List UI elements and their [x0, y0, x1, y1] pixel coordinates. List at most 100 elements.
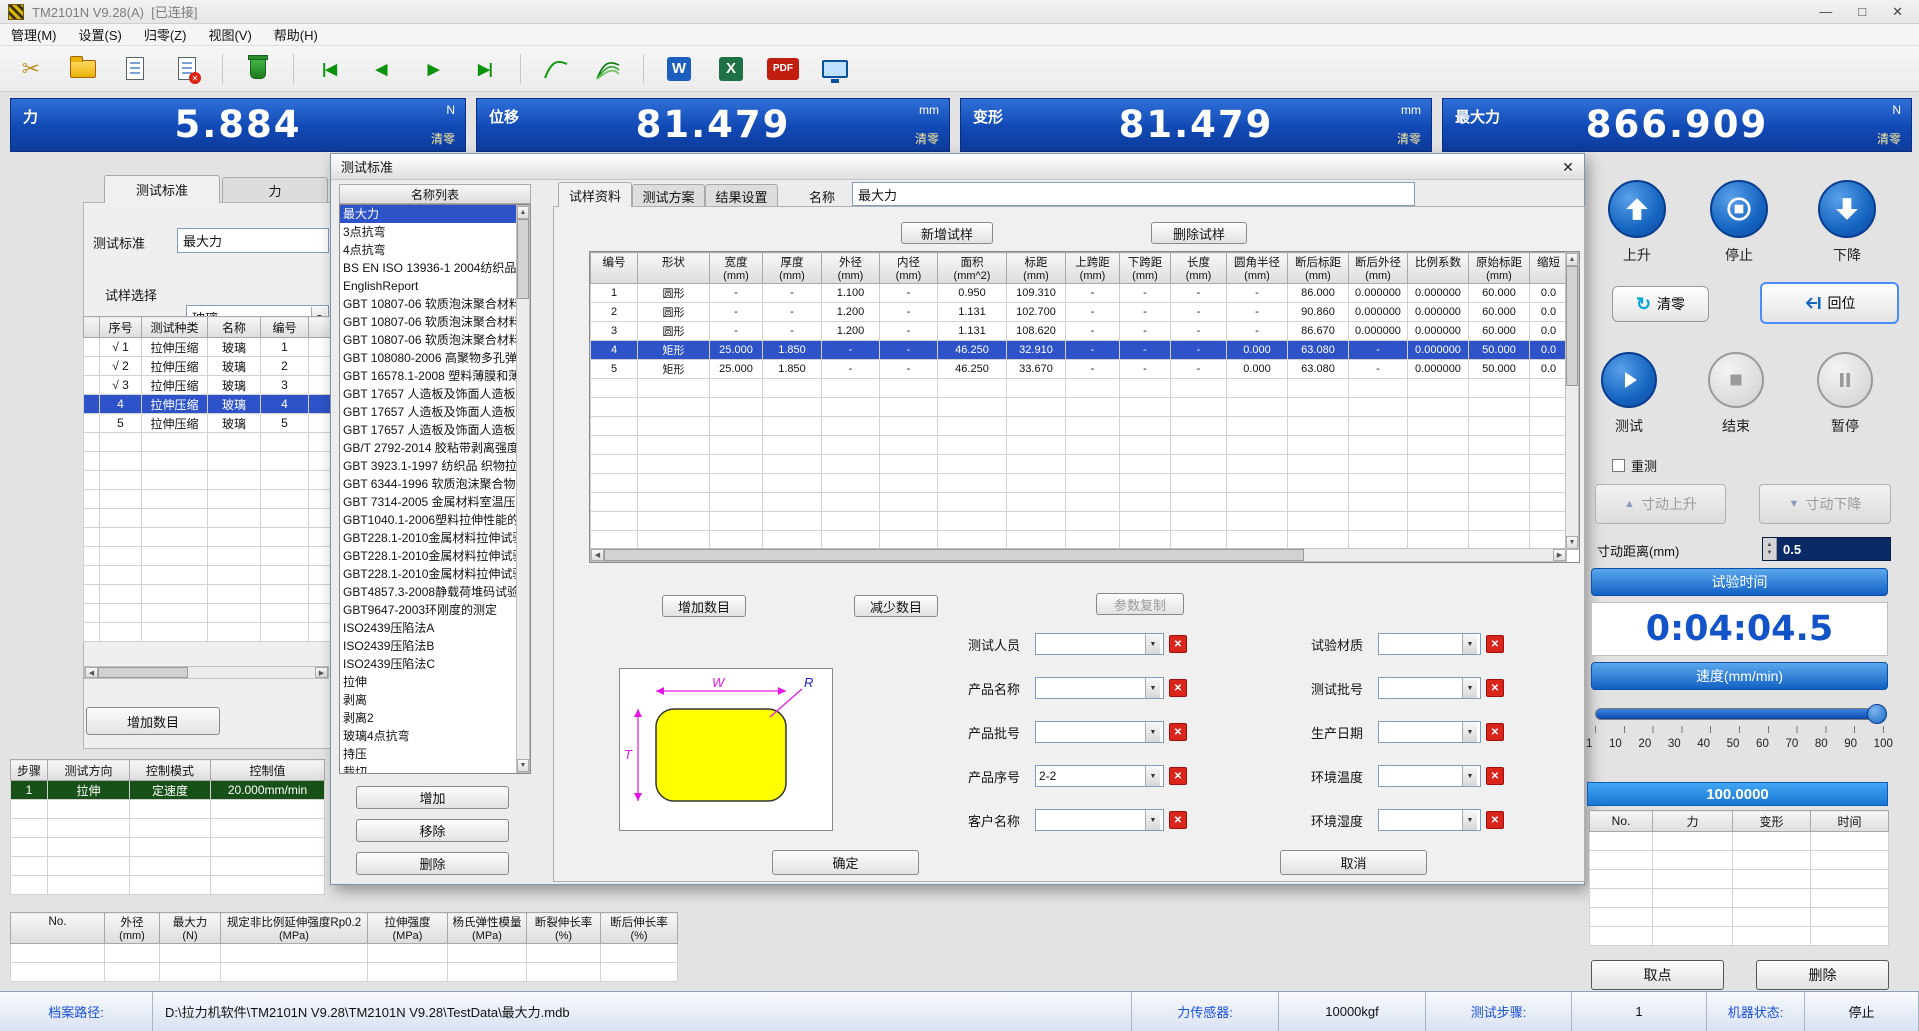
- list-remove-button[interactable]: 移除: [356, 819, 509, 842]
- field-input[interactable]: ▼: [1035, 677, 1164, 699]
- standard-item[interactable]: GBT 10807-06 软质泡沫聚合材料: [340, 313, 517, 331]
- field-input[interactable]: ▼: [1035, 809, 1164, 831]
- combo-arrow-icon[interactable]: ▼: [1462, 634, 1477, 654]
- scroll-down-icon[interactable]: ▼: [1566, 536, 1578, 549]
- zero-button[interactable]: ↻ 清零: [1612, 286, 1709, 322]
- standard-item[interactable]: 剥离: [340, 691, 517, 709]
- new-sample-button[interactable]: 新增试样: [901, 222, 993, 244]
- add-specimen-count-button[interactable]: 增加数目: [662, 595, 746, 617]
- export-excel-button[interactable]: X: [710, 49, 752, 89]
- spinner-arrows[interactable]: ▲ ▼: [1763, 538, 1777, 560]
- reduce-specimen-count-button[interactable]: 减少数目: [854, 595, 938, 617]
- first-record-button[interactable]: |◀: [308, 49, 350, 89]
- tab-test-standard[interactable]: 测试标准: [104, 175, 220, 203]
- clear-field-button[interactable]: ✕: [1486, 767, 1504, 785]
- clear-field-button[interactable]: ✕: [1169, 679, 1187, 697]
- scrollbar-thumb[interactable]: [98, 667, 188, 678]
- standard-item[interactable]: GBT228.1-2010金属材料拉伸试验: [340, 547, 517, 565]
- clear-field-button[interactable]: ✕: [1486, 679, 1504, 697]
- ok-button[interactable]: 确定: [772, 850, 919, 875]
- standard-item[interactable]: GBT 108080-2006 高聚物多孔弹性: [340, 349, 517, 367]
- clear-field-button[interactable]: ✕: [1169, 635, 1187, 653]
- dialog-title-bar[interactable]: 测试标准 ✕: [331, 154, 1584, 180]
- standard-item[interactable]: GB/T 2792-2014 胶粘带剥离强度: [340, 439, 517, 457]
- dialog-close-button[interactable]: ✕: [1558, 157, 1578, 177]
- combo-arrow-icon[interactable]: ▼: [1145, 810, 1160, 830]
- standard-item[interactable]: BS EN ISO 13936-1 2004纺织品: [340, 259, 517, 277]
- combo-arrow-icon[interactable]: ▼: [1145, 766, 1160, 786]
- field-input[interactable]: ▼: [1378, 721, 1481, 743]
- tab-force-curve[interactable]: 力: [222, 177, 328, 203]
- sample-row[interactable]: √ 3 拉伸压缩 玻璃 3: [84, 376, 331, 395]
- scroll-left-icon[interactable]: ◀: [85, 667, 98, 678]
- end-test-button[interactable]: [1708, 352, 1764, 408]
- name-input[interactable]: 最大力: [852, 182, 1415, 206]
- scroll-up-icon[interactable]: ▲: [517, 206, 529, 219]
- field-input[interactable]: ▼: [1378, 765, 1481, 787]
- clear-field-button[interactable]: ✕: [1169, 767, 1187, 785]
- specimen-row[interactable]: 1圆形 -- 1.100- 0.950109.310 -- -- 86.0000…: [591, 284, 1568, 303]
- scroll-down-icon[interactable]: ▼: [517, 759, 529, 772]
- standard-item[interactable]: GBT 10807-06 软质泡沫聚合材料: [340, 295, 517, 313]
- spinner-up-icon[interactable]: ▲: [1767, 542, 1773, 548]
- specimen-table-hscrollbar[interactable]: ◀ ▶: [590, 548, 1567, 562]
- clear-data-button[interactable]: [237, 49, 279, 89]
- sample-table-hscrollbar[interactable]: ◀ ▶: [84, 666, 329, 679]
- maximize-button[interactable]: □: [1858, 4, 1866, 20]
- standard-item[interactable]: GBT 7314-2005 金属材料室温压缩: [340, 493, 517, 511]
- field-input[interactable]: ▼: [1378, 633, 1481, 655]
- close-button[interactable]: ✕: [1892, 4, 1903, 20]
- menu-item[interactable]: 视图(V): [197, 25, 262, 44]
- standard-item[interactable]: GBT228.1-2010金属材料拉伸试验: [340, 529, 517, 547]
- menu-item[interactable]: 归零(Z): [133, 25, 198, 44]
- pause-test-button[interactable]: [1817, 352, 1873, 408]
- speed-slider-handle[interactable]: [1867, 704, 1887, 724]
- specimen-table-vscrollbar[interactable]: ▲ ▼: [1565, 252, 1579, 550]
- add-count-button[interactable]: 增加数目: [86, 707, 220, 735]
- field-input[interactable]: ▼: [1035, 721, 1164, 743]
- standard-item[interactable]: GBT 6344-1996 软质泡沫聚合物: [340, 475, 517, 493]
- last-record-button[interactable]: ▶|: [464, 49, 506, 89]
- spinner-down-icon[interactable]: ▼: [1767, 550, 1773, 556]
- standard-item[interactable]: ISO2439压陷法B: [340, 637, 517, 655]
- list-add-button[interactable]: 增加: [356, 786, 509, 809]
- combo-arrow-icon[interactable]: ▼: [1462, 810, 1477, 830]
- copy-params-button[interactable]: 参数复制: [1096, 593, 1184, 615]
- retest-checkbox[interactable]: [1612, 459, 1625, 472]
- stop-report-button[interactable]: ✕: [166, 49, 208, 89]
- tab-test-plan[interactable]: 测试方案: [632, 184, 705, 207]
- standard-item[interactable]: GBT 16578.1-2008 塑料薄膜和薄: [340, 367, 517, 385]
- specimen-row[interactable]: 5矩形 25.0001.850 -- 46.25033.670 -- -0.00…: [591, 360, 1568, 379]
- inch-up-button[interactable]: ▲ 寸动上升: [1595, 484, 1726, 524]
- jog-up-button[interactable]: [1608, 180, 1666, 238]
- standard-input[interactable]: 最大力: [177, 228, 329, 253]
- sample-row[interactable]: √ 2 拉伸压缩 玻璃 2: [84, 357, 331, 376]
- clear-force-button[interactable]: 清零: [431, 130, 455, 147]
- curve-view-button[interactable]: [535, 49, 577, 89]
- clear-displacement-button[interactable]: 清零: [915, 130, 939, 147]
- standard-item[interactable]: 玻璃4点抗弯: [340, 727, 517, 745]
- specimen-row[interactable]: 4矩形 25.0001.850 -- 46.25032.910 -- -0.00…: [591, 341, 1568, 360]
- list-delete-button[interactable]: 删除: [356, 852, 509, 875]
- speed-slider-track[interactable]: [1595, 708, 1884, 720]
- standard-item[interactable]: EnglishReport: [340, 277, 517, 295]
- clear-field-button[interactable]: ✕: [1486, 723, 1504, 741]
- standard-item[interactable]: GBT9647-2003环刚度的测定: [340, 601, 517, 619]
- clear-field-button[interactable]: ✕: [1169, 723, 1187, 741]
- standard-item[interactable]: ISO2439压陷法C: [340, 655, 517, 673]
- menu-item[interactable]: 帮助(H): [263, 25, 329, 44]
- standard-item[interactable]: ISO2439压陷法A: [340, 619, 517, 637]
- clear-field-button[interactable]: ✕: [1486, 635, 1504, 653]
- standard-item[interactable]: GBT 17657 人造板及饰面人造板理: [340, 403, 517, 421]
- tab-sample-info[interactable]: 试样资料: [558, 182, 632, 207]
- export-pdf-button[interactable]: PDF: [762, 49, 804, 89]
- list-vscrollbar[interactable]: ▲ ▼: [516, 205, 530, 773]
- standard-item[interactable]: GBT1040.1-2006塑料拉伸性能的: [340, 511, 517, 529]
- standard-item[interactable]: GBT 17657 人造板及饰面人造板理: [340, 421, 517, 439]
- field-input[interactable]: ▼: [1035, 633, 1164, 655]
- scroll-left-icon[interactable]: ◀: [591, 549, 604, 561]
- field-input[interactable]: 2-2 ▼: [1035, 765, 1164, 787]
- menu-item[interactable]: 设置(S): [68, 25, 133, 44]
- clear-field-button[interactable]: ✕: [1169, 811, 1187, 829]
- home-button[interactable]: 回位: [1760, 282, 1899, 324]
